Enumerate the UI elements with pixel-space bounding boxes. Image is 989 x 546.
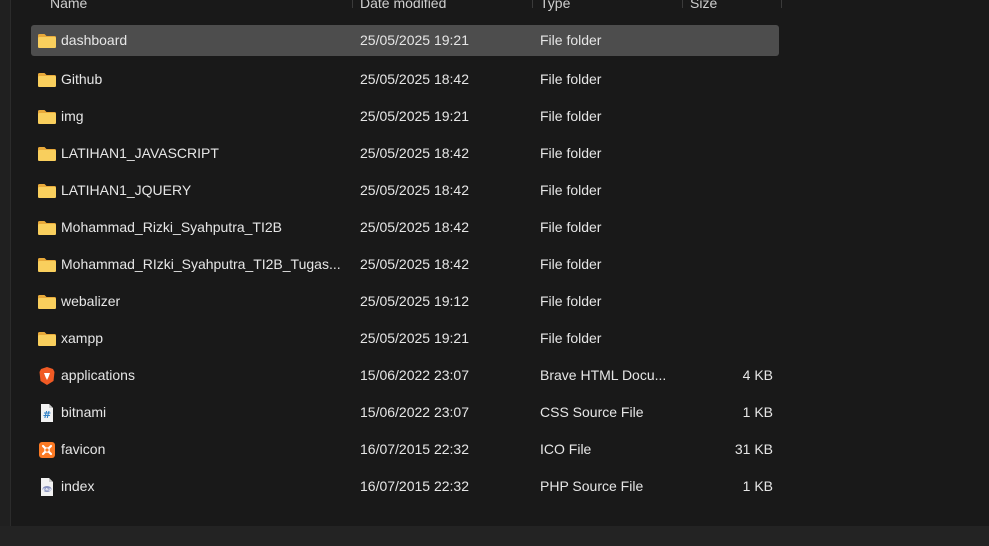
file-date-modified: 25/05/2025 19:21 bbox=[360, 108, 469, 124]
file-size: 31 KB bbox=[734, 441, 773, 457]
file-row[interactable]: Mohammad_Rizki_Syahputra_TI2B 25/05/2025 … bbox=[31, 209, 779, 246]
file-row[interactable]: php index 16/07/2015 22:32 PHP Source File 1… bbox=[31, 468, 779, 505]
file-type: File folder bbox=[540, 219, 602, 235]
folder-icon bbox=[37, 246, 57, 283]
file-row[interactable]: Mohammad_RIzki_Syahputra_TI2B_Tugas... 25… bbox=[31, 246, 779, 283]
column-divider[interactable] bbox=[781, 0, 782, 8]
file-name: xampp bbox=[61, 330, 104, 346]
file-size bbox=[691, 209, 773, 246]
svg-text:php: php bbox=[43, 486, 51, 491]
file-type: PHP Source File bbox=[540, 478, 644, 494]
navigation-pane-edge bbox=[0, 0, 11, 526]
column-header-bar: Name Date modified Type Size bbox=[0, 0, 989, 18]
file-type: File folder bbox=[540, 32, 602, 48]
file-name: LATIHAN1_JAVASCRIPT bbox=[61, 145, 219, 161]
file-size bbox=[691, 172, 773, 209]
folder-icon bbox=[37, 172, 57, 209]
svg-text:#: # bbox=[43, 410, 51, 421]
css-file-icon: # bbox=[37, 394, 57, 431]
file-date-modified: 25/05/2025 18:42 bbox=[360, 219, 469, 235]
file-name: Mohammad_RIzki_Syahputra_TI2B_Tugas... bbox=[61, 256, 341, 272]
php-file-icon: php bbox=[37, 468, 57, 505]
file-name: dashboard bbox=[61, 32, 128, 48]
file-row[interactable]: LATIHAN1_JQUERY 25/05/2025 18:42 File fold… bbox=[31, 172, 779, 209]
file-name: applications bbox=[61, 367, 135, 383]
file-name: Mohammad_Rizki_Syahputra_TI2B bbox=[61, 219, 282, 235]
file-type: CSS Source File bbox=[540, 404, 644, 420]
file-row[interactable]: # bitnami 15/06/2022 23:07 CSS Source File 1… bbox=[31, 394, 779, 431]
file-row[interactable]: img 25/05/2025 19:21 File folder bbox=[31, 98, 779, 135]
column-header-size[interactable]: Size bbox=[690, 0, 717, 17]
file-date-modified: 25/05/2025 18:42 bbox=[360, 256, 469, 272]
file-type: File folder bbox=[540, 182, 602, 198]
file-size bbox=[691, 320, 773, 357]
file-name: index bbox=[61, 478, 95, 494]
file-date-modified: 15/06/2022 23:07 bbox=[360, 404, 469, 420]
file-row[interactable]: webalizer 25/05/2025 19:12 File folder bbox=[31, 283, 779, 320]
file-row[interactable]: favicon 16/07/2015 22:32 ICO File 31 KB bbox=[31, 431, 779, 468]
file-row[interactable]: Github 25/05/2025 18:42 File folder bbox=[31, 61, 779, 98]
file-date-modified: 16/07/2015 22:32 bbox=[360, 478, 469, 494]
file-type: File folder bbox=[540, 330, 602, 346]
file-date-modified: 25/05/2025 18:42 bbox=[360, 182, 469, 198]
file-date-modified: 25/05/2025 19:12 bbox=[360, 293, 469, 309]
file-size bbox=[691, 98, 773, 135]
folder-icon bbox=[37, 320, 57, 357]
folder-icon bbox=[37, 61, 57, 98]
file-date-modified: 25/05/2025 18:42 bbox=[360, 145, 469, 161]
column-header-date[interactable]: Date modified bbox=[360, 0, 446, 17]
column-header-type[interactable]: Type bbox=[540, 0, 570, 17]
file-date-modified: 25/05/2025 18:42 bbox=[360, 71, 469, 87]
file-size bbox=[691, 246, 773, 283]
file-date-modified: 15/06/2022 23:07 bbox=[360, 367, 469, 383]
file-size bbox=[691, 283, 773, 320]
folder-icon bbox=[37, 283, 57, 320]
file-list: dashboard 25/05/2025 19:21 File folder Gith… bbox=[31, 24, 779, 505]
file-size bbox=[691, 61, 773, 98]
column-divider[interactable] bbox=[532, 0, 533, 8]
file-row[interactable]: xampp 25/05/2025 19:21 File folder bbox=[31, 320, 779, 357]
file-type: File folder bbox=[540, 71, 602, 87]
xampp-ico-icon bbox=[37, 431, 57, 468]
column-header-name[interactable]: Name bbox=[50, 0, 87, 17]
brave-html-icon bbox=[37, 357, 57, 394]
file-type: File folder bbox=[540, 108, 602, 124]
status-bar bbox=[0, 526, 989, 546]
file-size: 4 KB bbox=[742, 367, 773, 383]
file-size bbox=[691, 135, 773, 172]
file-type: File folder bbox=[540, 293, 602, 309]
file-row[interactable]: dashboard 25/05/2025 19:21 File folder bbox=[31, 25, 779, 56]
folder-icon bbox=[37, 135, 57, 172]
file-row[interactable]: applications 15/06/2022 23:07 Brave HTML D… bbox=[31, 357, 779, 394]
file-type: File folder bbox=[540, 256, 602, 272]
file-name: LATIHAN1_JQUERY bbox=[61, 182, 192, 198]
file-date-modified: 25/05/2025 19:21 bbox=[360, 32, 469, 48]
file-name: Github bbox=[61, 71, 103, 87]
folder-icon bbox=[37, 25, 57, 56]
file-date-modified: 16/07/2015 22:32 bbox=[360, 441, 469, 457]
file-type: File folder bbox=[540, 145, 602, 161]
file-date-modified: 25/05/2025 19:21 bbox=[360, 330, 469, 346]
file-row[interactable]: LATIHAN1_JAVASCRIPT 25/05/2025 18:42 File … bbox=[31, 135, 779, 172]
file-name: img bbox=[61, 108, 84, 124]
file-type: ICO File bbox=[540, 441, 592, 457]
file-size bbox=[691, 25, 773, 56]
folder-icon bbox=[37, 98, 57, 135]
file-size: 1 KB bbox=[742, 404, 773, 420]
file-name: favicon bbox=[61, 441, 106, 457]
file-name: bitnami bbox=[61, 404, 107, 420]
column-divider[interactable] bbox=[682, 0, 683, 8]
file-name: webalizer bbox=[61, 293, 121, 309]
folder-icon bbox=[37, 209, 57, 246]
file-size: 1 KB bbox=[742, 478, 773, 494]
file-type: Brave HTML Docu... bbox=[540, 367, 667, 383]
column-divider[interactable] bbox=[352, 0, 353, 8]
